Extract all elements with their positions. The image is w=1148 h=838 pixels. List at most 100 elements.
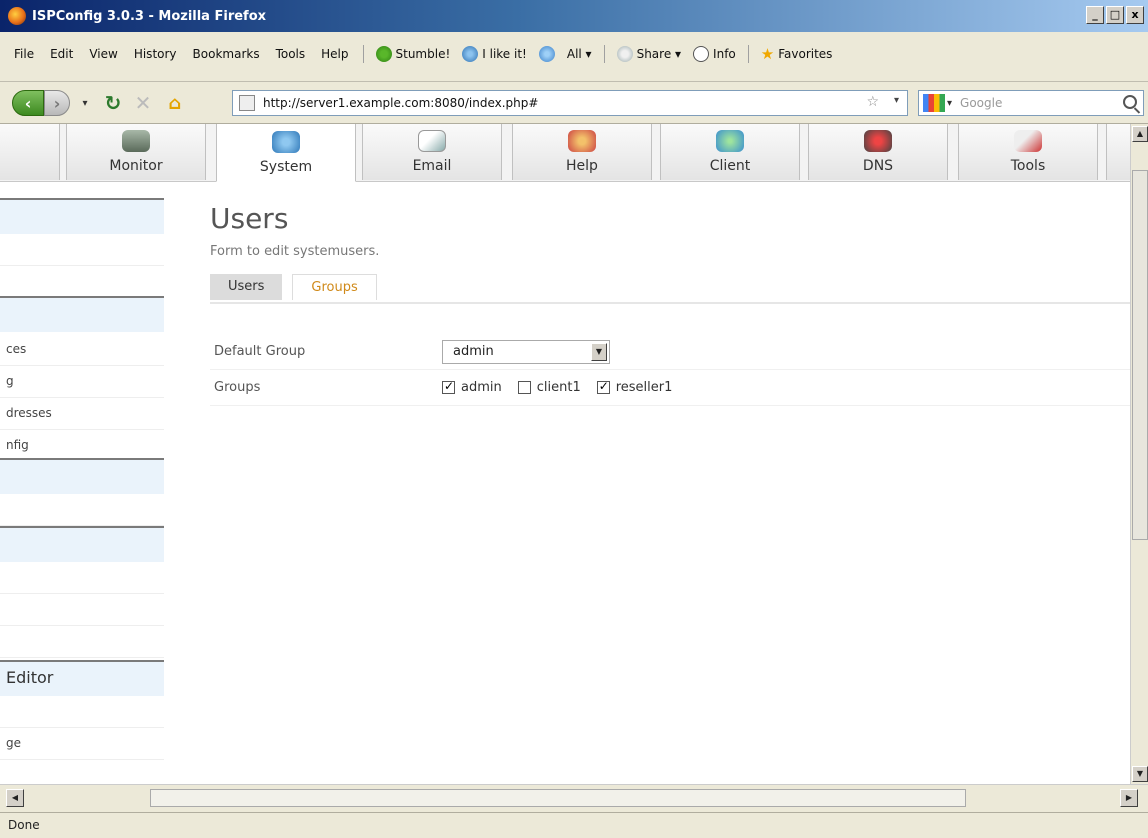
stop-icon[interactable]: ✕ xyxy=(130,90,156,116)
site-favicon-icon xyxy=(239,95,255,111)
tab-help[interactable]: Help xyxy=(512,124,652,180)
sidebar-section-header xyxy=(0,200,164,234)
sidebar-section-editor: Editor xyxy=(0,662,164,696)
menu-bookmarks[interactable]: Bookmarks xyxy=(185,47,268,61)
menu-file[interactable]: File xyxy=(0,47,42,61)
info-label: Info xyxy=(713,47,736,61)
bookmark-star-icon[interactable]: ☆ xyxy=(866,94,879,110)
tab-users[interactable]: Users xyxy=(210,274,283,300)
tab-email[interactable]: Email xyxy=(362,124,502,180)
sidebar-item-dresses[interactable]: dresses xyxy=(0,398,164,430)
stumble-button[interactable]: Stumble! xyxy=(370,46,457,62)
info-bubble-icon xyxy=(693,46,710,62)
sidebar-item[interactable] xyxy=(0,696,164,728)
ilike-button[interactable]: I like it! xyxy=(456,46,533,62)
url-bar[interactable]: http://server1.example.com:8080/index.ph… xyxy=(232,90,908,116)
info-button[interactable]: Info xyxy=(687,46,742,62)
reload-icon[interactable]: ↻ xyxy=(100,90,126,116)
share-button[interactable]: Share ▾ xyxy=(611,46,687,62)
group-client1-checkbox[interactable] xyxy=(517,381,531,394)
group-reseller1-checkbox[interactable] xyxy=(596,379,610,394)
window-title: ISPConfig 3.0.3 - Mozilla Firefox xyxy=(32,8,267,24)
group-client1-label: client1 xyxy=(536,380,581,395)
vertical-scroll-thumb[interactable] xyxy=(1132,170,1148,540)
sidebar-item[interactable] xyxy=(0,494,164,526)
search-bar[interactable]: ▾ Google xyxy=(918,90,1144,116)
dns-icon xyxy=(864,130,892,152)
sidebar-item-ces[interactable]: ces xyxy=(0,334,164,366)
all-button[interactable]: All ▾ xyxy=(561,47,598,61)
page-viewport: Monitor System Email Help Client DNS Too… xyxy=(0,124,1130,784)
tab-system-label: System xyxy=(259,159,313,175)
scroll-down-icon[interactable]: ▼ xyxy=(1132,766,1148,782)
groups-row: Groups admin client1 reseller1 xyxy=(210,370,1130,406)
menu-bar: File Edit View History Bookmarks Tools H… xyxy=(0,32,1148,82)
stumbleupon-icon xyxy=(375,46,392,62)
google-engine-icon[interactable] xyxy=(923,94,945,112)
tab-dns-label: DNS xyxy=(862,158,894,174)
back-button[interactable]: ‹ xyxy=(12,90,44,116)
favorites-button[interactable]: ★ Favorites xyxy=(755,46,839,62)
window-controls: _ □ x xyxy=(1086,6,1144,24)
sidebar-item[interactable] xyxy=(0,594,164,626)
default-group-select[interactable]: admin ▼ xyxy=(442,339,610,364)
url-dropdown-icon[interactable]: ▾ xyxy=(894,95,899,106)
menu-edit[interactable]: Edit xyxy=(42,47,81,61)
tab-groups[interactable]: Groups xyxy=(292,274,377,300)
tab-email-label: Email xyxy=(412,158,452,174)
forward-button[interactable]: › xyxy=(44,90,70,116)
system-icon xyxy=(272,131,300,153)
chevron-down-icon[interactable]: ▼ xyxy=(591,342,607,361)
sidebar-item[interactable] xyxy=(0,626,164,658)
maximize-button[interactable]: □ xyxy=(1106,6,1124,24)
ilike-label: I like it! xyxy=(482,47,527,61)
tab-partial-left[interactable] xyxy=(0,124,60,180)
tab-help-label: Help xyxy=(566,158,598,174)
heart-icon xyxy=(538,46,555,62)
tab-dns[interactable]: DNS xyxy=(808,124,948,180)
sidebar-item[interactable] xyxy=(0,562,164,594)
group-admin-label: admin xyxy=(461,380,502,395)
tab-partial-right[interactable] xyxy=(1106,124,1130,180)
search-placeholder: Google xyxy=(960,96,1003,110)
module-tabs: Monitor System Email Help Client DNS Too… xyxy=(0,124,1130,182)
sidebar-section-header xyxy=(0,460,164,494)
horizontal-scrollbar[interactable]: ◀ ▶ xyxy=(0,784,1148,812)
vertical-scrollbar[interactable]: ▲ ▼ xyxy=(1130,124,1148,784)
group-reseller1-label: reseller1 xyxy=(615,380,673,395)
menu-tools[interactable]: Tools xyxy=(268,47,314,61)
menu-history[interactable]: History xyxy=(126,47,185,61)
sidebar-item[interactable] xyxy=(0,234,164,266)
default-group-row: Default Group admin ▼ xyxy=(210,334,1130,370)
search-icon[interactable] xyxy=(1123,95,1137,109)
monitor-icon xyxy=(122,130,150,152)
menu-help[interactable]: Help xyxy=(313,47,356,61)
scroll-right-icon[interactable]: ▶ xyxy=(1120,789,1138,807)
home-icon[interactable]: ⌂ xyxy=(162,90,188,116)
tab-monitor[interactable]: Monitor xyxy=(66,124,206,180)
default-group-value: admin xyxy=(453,343,494,359)
heart-button[interactable] xyxy=(533,46,561,62)
minimize-button[interactable]: _ xyxy=(1086,6,1104,24)
scroll-left-icon[interactable]: ◀ xyxy=(6,789,24,807)
share-label: Share ▾ xyxy=(636,47,682,61)
tab-client[interactable]: Client xyxy=(660,124,800,180)
sidebar-item-ge[interactable]: ge xyxy=(0,728,164,760)
sidebar-section-header xyxy=(0,298,164,332)
group-admin-checkbox[interactable] xyxy=(442,379,455,394)
tab-monitor-label: Monitor xyxy=(109,158,163,174)
tab-tools[interactable]: Tools xyxy=(958,124,1098,180)
tools-icon xyxy=(1014,130,1042,152)
toolbar-separator xyxy=(747,45,749,63)
sidebar-item-g[interactable]: g xyxy=(0,366,164,398)
close-button[interactable]: x xyxy=(1126,6,1144,24)
scroll-up-icon[interactable]: ▲ xyxy=(1132,126,1148,142)
thumbs-up-icon xyxy=(462,46,479,62)
email-icon xyxy=(418,130,446,152)
history-dropdown-icon[interactable]: ▾ xyxy=(78,90,92,116)
menu-view[interactable]: View xyxy=(81,47,125,61)
page-description: Form to edit systemusers. xyxy=(210,244,380,259)
engine-dropdown-icon[interactable]: ▾ xyxy=(947,98,952,109)
tab-system[interactable]: System xyxy=(216,124,356,182)
horizontal-scroll-thumb[interactable] xyxy=(150,789,966,807)
